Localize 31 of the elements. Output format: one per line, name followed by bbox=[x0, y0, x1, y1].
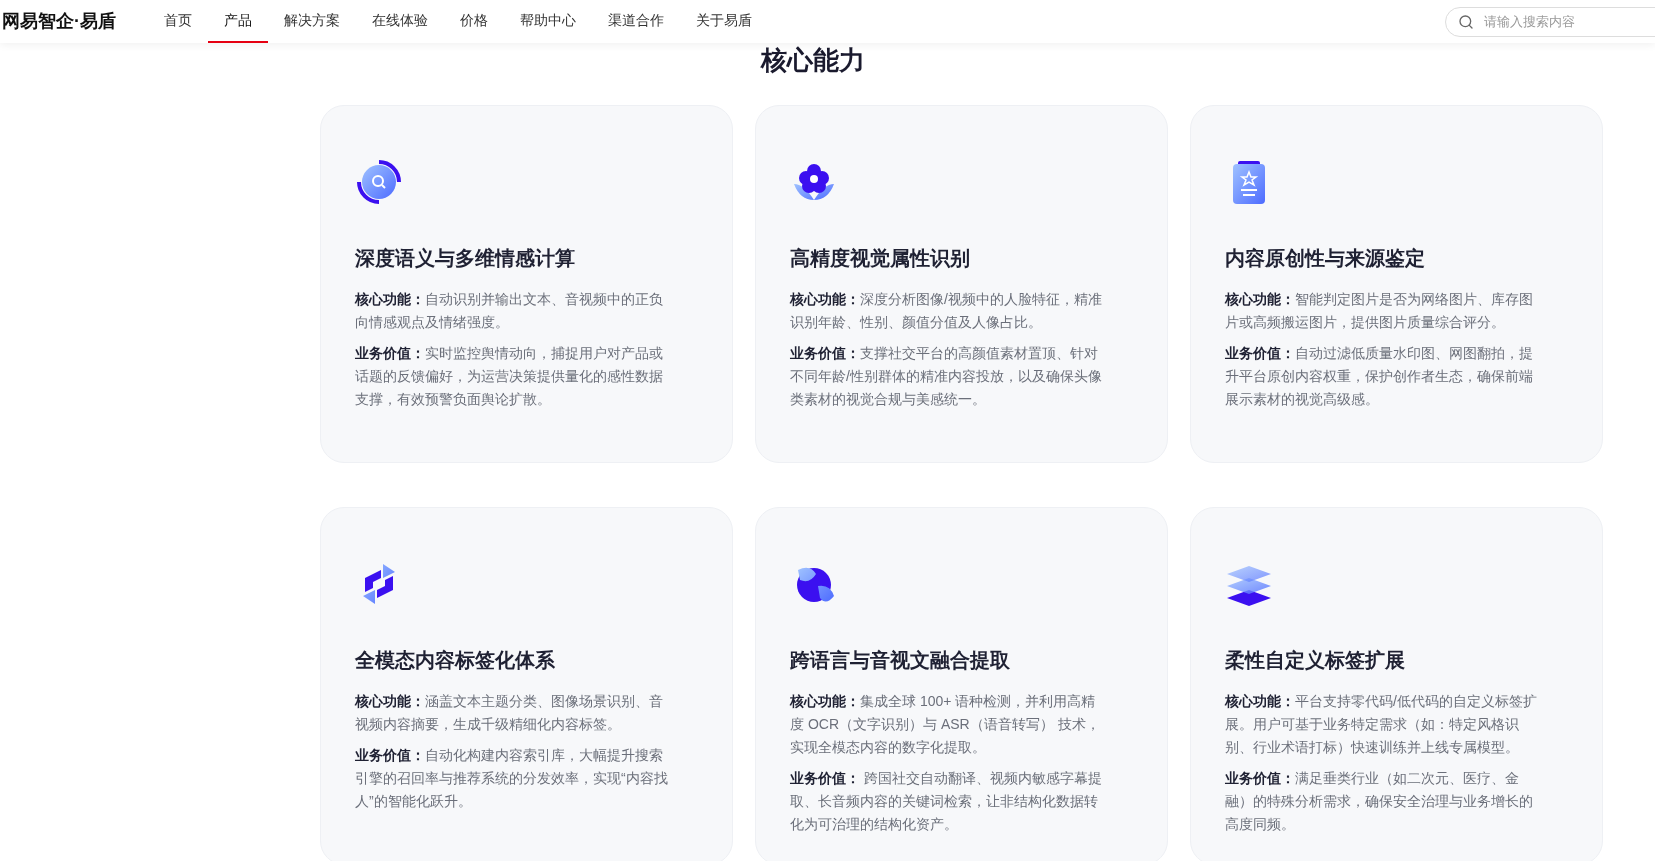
card-title: 深度语义与多维情感计算 bbox=[355, 246, 576, 271]
search-field[interactable]: 请输入搜索内容 bbox=[1445, 6, 1655, 37]
disc-search-icon bbox=[355, 158, 403, 206]
card-title: 柔性自定义标签扩展 bbox=[1225, 648, 1406, 673]
card-title: 内容原创性与来源鉴定 bbox=[1225, 246, 1426, 271]
card-title: 全模态内容标签化体系 bbox=[355, 648, 556, 673]
nav-tab[interactable]: 首页 bbox=[148, 0, 208, 43]
nav-tab[interactable]: 关于易盾 bbox=[680, 0, 768, 43]
nav-tab[interactable]: 渠道合作 bbox=[592, 0, 680, 43]
nav-tab[interactable]: 帮助中心 bbox=[504, 0, 592, 43]
nav-tab[interactable]: 在线体验 bbox=[356, 0, 444, 43]
card-description: 核心功能：自动识别并输出文本、音视频中的正负向情感观点及情绪强度。 bbox=[355, 290, 664, 332]
card-description: 业务价值：满足垂类行业（如二次元、医疗、金融）的特殊分析需求，确保安全治理与业务增长的高度同频。 bbox=[1225, 769, 1534, 834]
card-description: 业务价值：自动过滤低质量水印图、网图翻拍，提升平台原创内容权重，保护创作者生态，确保前端展示素材的视觉高级感。 bbox=[1225, 344, 1534, 409]
nav-tab[interactable]: 解决方案 bbox=[268, 0, 356, 43]
nav-tab[interactable]: 价格 bbox=[444, 0, 504, 43]
card-description: 业务价值：支撑社交平台的高颜值素材置顶、针对不同年龄/性别群体的精准内容投放，以及确保头像类素材的视觉合规与美感统一。 bbox=[790, 344, 1103, 409]
nav-tab[interactable]: 产品 bbox=[208, 0, 268, 43]
card-description: 业务价值：实时监控舆情动向，捕捉用户对产品或话题的反馈偏好，为运营决策提供量化的感性数据支撑，有效预警负面舆论扩散。 bbox=[355, 344, 664, 409]
card-description: 业务价值： 跨国社交自动翻译、视频内敏感字幕提取、长音频内容的关键词检索，让非结构化数据转化为可治理的结构化资产。 bbox=[790, 769, 1103, 834]
card-title: 高精度视觉属性识别 bbox=[790, 246, 971, 271]
logo[interactable]: 网易智企·易盾 bbox=[2, 8, 116, 35]
card-description: 核心功能：平台支持零代码/低代码的自定义标签扩展。用户可基于业务特定需求（如：特定风格识别、行业术语打标）快速训练并上线专属模型。 bbox=[1225, 692, 1538, 757]
section-title: 核心能力 bbox=[760, 45, 865, 75]
card-description: 业务价值：自动化构建内容索引库，大幅提升搜索引擎的召回率与推荐系统的分发效率，实现“内容找人”的智能化跃升。 bbox=[355, 746, 669, 811]
card-description: 核心功能：深度分析图像/视频中的人脸特征，精准识别年龄、性别、颜值分值及人像占比。 bbox=[790, 290, 1103, 332]
card-description: 核心功能：集成全球 100+ 语种检测，并利用高精度 OCR（文字识别）与 ASR（语音转写） 技术，实现全模态内容的数字化提取。 bbox=[790, 692, 1101, 757]
search-icon bbox=[1458, 13, 1474, 30]
card-description: 核心功能：涵盖文本主题分类、图像场景识别、音视频内容摘要，生成千级精细化内容标签。 bbox=[355, 692, 664, 734]
card-title: 跨语言与音视文融合提取 bbox=[790, 648, 1011, 673]
card-description: 核心功能：智能判定图片是否为网络图片、库存图片或高频搬运图片，提供图片质量综合评分。 bbox=[1225, 290, 1534, 332]
